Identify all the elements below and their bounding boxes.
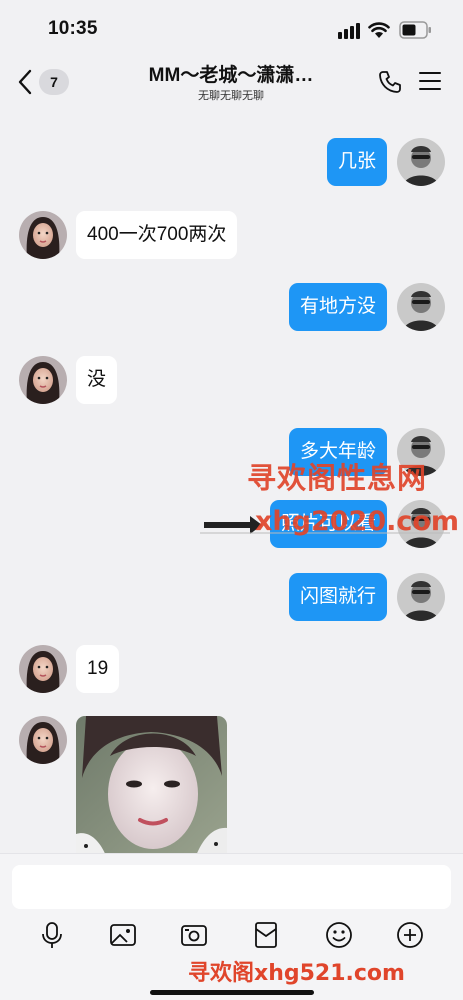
camera-icon[interactable] bbox=[180, 921, 208, 949]
photo-message[interactable] bbox=[76, 716, 227, 853]
contact-avatar[interactable] bbox=[19, 211, 67, 259]
status-bar: 10:35 bbox=[0, 0, 463, 56]
message-input[interactable] bbox=[12, 865, 451, 909]
chevron-left-icon[interactable] bbox=[16, 69, 34, 95]
watermark-bottom: 寻欢阁xhg521.com bbox=[188, 961, 405, 986]
microphone-icon[interactable] bbox=[38, 921, 66, 949]
my-avatar[interactable] bbox=[397, 138, 445, 186]
contact-avatar[interactable] bbox=[19, 356, 67, 404]
message-bubble[interactable]: 400一次700两次 bbox=[76, 211, 238, 259]
my-avatar[interactable] bbox=[397, 573, 445, 621]
chat-title[interactable]: MM～老城～潇潇… bbox=[120, 60, 342, 87]
status-time: 10:35 bbox=[48, 18, 98, 39]
contact-avatar[interactable] bbox=[19, 645, 67, 693]
home-indicator[interactable] bbox=[150, 990, 314, 995]
plus-icon[interactable] bbox=[396, 921, 424, 949]
contact-avatar[interactable] bbox=[19, 716, 67, 764]
wifi-icon bbox=[368, 22, 390, 38]
message-bubble[interactable]: 没 bbox=[76, 356, 118, 404]
message-bubble[interactable]: 几张 bbox=[326, 138, 387, 186]
watermark-text: 寻欢阁性息网 bbox=[247, 461, 428, 495]
red-packet-icon[interactable] bbox=[252, 921, 280, 949]
emoji-icon[interactable] bbox=[325, 921, 353, 949]
chat-header: 7 MM～老城～潇潇… 无聊无聊无聊 bbox=[0, 56, 463, 108]
my-avatar[interactable] bbox=[397, 283, 445, 331]
message-bubble[interactable]: 有地方没 bbox=[288, 283, 387, 331]
menu-icon[interactable] bbox=[419, 71, 441, 91]
battery-icon bbox=[399, 21, 431, 39]
phone-icon[interactable] bbox=[377, 69, 403, 95]
chat-subtitle: 无聊无聊无聊 bbox=[198, 90, 264, 102]
unread-count-badge[interactable]: 7 bbox=[39, 69, 69, 95]
message-bubble[interactable]: 19 bbox=[76, 645, 120, 693]
cellular-signal-icon bbox=[338, 23, 360, 39]
watermark-url: xhg2020.com bbox=[255, 506, 460, 537]
message-bubble[interactable]: 闪图就行 bbox=[288, 573, 387, 621]
image-icon[interactable] bbox=[109, 921, 137, 949]
